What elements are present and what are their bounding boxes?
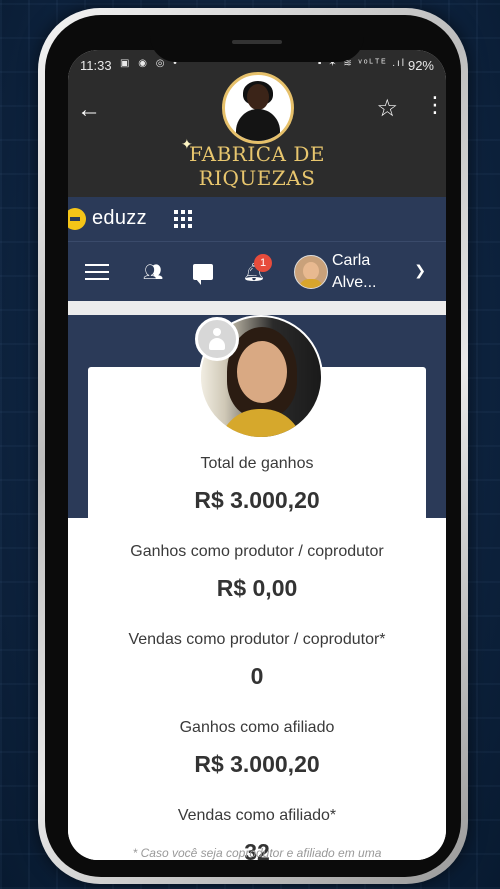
phone-screen: 11:33 ▣ ◉ ◎ • ▪ ✶ ≋ ᵛᵒᴸᵀᴱ .ıl 92% ← ☆ ⋮ …	[68, 50, 446, 860]
stat-label: Vendas como produtor / coprodutor*	[128, 631, 386, 648]
brand-title: FABRICA DE RIQUEZAS	[68, 142, 446, 190]
star-outline-icon[interactable]: ☆	[376, 94, 398, 123]
phone-notch	[150, 20, 364, 62]
brand-avatar	[222, 72, 294, 144]
navigation-bar: 👥︎ 🔔︎ 1 Carla Alve... ❯	[68, 241, 446, 302]
status-time: 11:33	[80, 58, 112, 73]
speaker-icon	[232, 40, 282, 44]
chat-icon[interactable]	[190, 242, 216, 302]
content-top-strip	[68, 301, 446, 315]
battery-level: 92%	[407, 58, 434, 73]
user-name[interactable]: Carla Alve...	[332, 250, 402, 294]
menu-icon[interactable]	[82, 242, 112, 302]
user-avatar[interactable]	[294, 255, 328, 289]
stat-value: R$ 3.000,20	[194, 751, 320, 777]
stat-total-earnings: Total de ganhos R$ 3.000,20	[68, 454, 446, 514]
user-badge-icon	[195, 317, 239, 361]
app-header: 11:33 ▣ ◉ ◎ • ▪ ✶ ≋ ᵛᵒᴸᵀᴱ .ıl 92% ← ☆ ⋮ …	[68, 50, 446, 197]
eduzz-logo-text: eduzz	[92, 207, 147, 229]
stat-value: R$ 3.000,20	[194, 487, 320, 513]
stat-label: Ganhos como produtor / coprodutor	[130, 543, 384, 560]
arrow-left-icon[interactable]: ←	[76, 96, 102, 124]
stat-producer-earnings: Ganhos como produtor / coprodutor R$ 0,0…	[68, 542, 446, 602]
footnote: * Caso você seja coprodutor e afiliado e…	[132, 846, 382, 860]
apps-grid-icon[interactable]	[174, 210, 192, 228]
people-icon[interactable]: 👥︎	[140, 242, 166, 302]
eduzz-logo-icon	[68, 208, 86, 230]
stat-label: Ganhos como afiliado	[179, 719, 335, 736]
stat-producer-sales: Vendas como produtor / coprodutor* 0	[68, 630, 446, 690]
eduzz-bar: eduzz	[68, 197, 446, 241]
stat-value: 0	[250, 663, 264, 689]
chevron-down-icon[interactable]: ❯	[414, 262, 426, 279]
stat-label: Total de ganhos	[200, 455, 314, 472]
more-vertical-icon[interactable]: ⋮	[424, 94, 446, 116]
notification-badge: 1	[254, 254, 272, 272]
user-name-line2: Alve...	[332, 274, 377, 291]
earnings-stats-list: Total de ganhos R$ 3.000,20 Ganhos como …	[68, 454, 446, 860]
stat-affiliate-earnings: Ganhos como afiliado R$ 3.000,20	[68, 718, 446, 778]
stat-label: Vendas como afiliado*	[177, 807, 337, 824]
brand-title-line1: FABRICA DE	[189, 142, 325, 166]
user-name-line1: Carla	[332, 252, 371, 269]
bell-icon[interactable]: 🔔︎	[240, 242, 268, 302]
brand-title-line2: RIQUEZAS	[198, 166, 316, 190]
stat-value: R$ 0,00	[216, 575, 298, 601]
